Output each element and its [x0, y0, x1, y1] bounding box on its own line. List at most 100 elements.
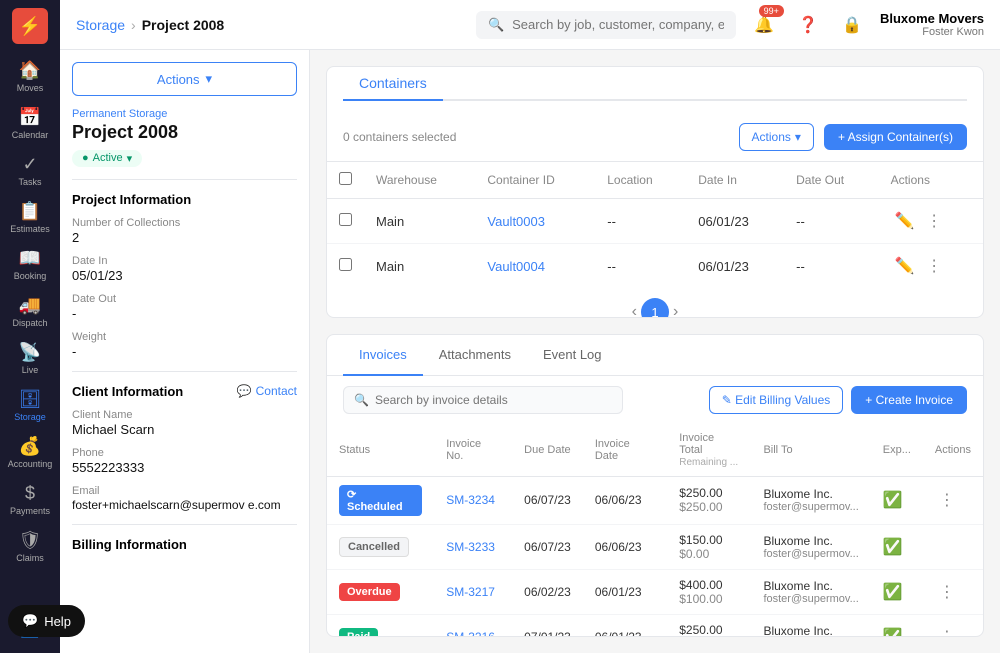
sidebar-item-dispatch[interactable]: 🚚 Dispatch [2, 289, 58, 334]
sidebar-item-tasks[interactable]: ✓ Tasks [2, 148, 58, 193]
invoice-date-cell: 06/06/23 [583, 476, 667, 524]
bill-to-cell: Bluxome Inc. foster@supermov... [751, 614, 870, 637]
live-icon: 📡 [19, 342, 41, 363]
tab-invoices[interactable]: Invoices [343, 335, 423, 376]
col-location: Location [595, 162, 686, 199]
sidebar: ⚡ 🏠 Moves 📅 Calendar ✓ Tasks 📋 Estimates… [0, 0, 60, 653]
invoice-actions-cell: ⋮ [923, 614, 983, 637]
amount-main: $250.00 [679, 486, 739, 500]
breadcrumb: Storage › Project 2008 [76, 17, 224, 33]
sidebar-item-booking[interactable]: 📖 Booking [2, 242, 58, 287]
chevron-down-icon: ▾ [795, 130, 801, 144]
notifications-button[interactable]: 🔔 99+ [748, 9, 780, 41]
global-search[interactable]: 🔍 [476, 11, 736, 39]
edit-billing-button[interactable]: ✎ Edit Billing Values [709, 386, 844, 414]
actions-button[interactable]: Actions ▾ [72, 62, 297, 96]
date-out-cell: -- [784, 244, 878, 289]
col-container-id: Container ID [475, 162, 595, 199]
invoice-number-cell[interactable]: SM-3233 [434, 524, 512, 569]
exp-cell: ✅ [871, 614, 923, 637]
containers-actions-button[interactable]: Actions ▾ [739, 123, 814, 151]
sidebar-item-accounting[interactable]: 💰 Accounting [2, 430, 58, 475]
tab-containers[interactable]: Containers [343, 67, 443, 101]
invoice-more-button[interactable]: ⋮ [935, 488, 959, 512]
row-checkbox-0[interactable] [339, 213, 352, 226]
search-input[interactable] [512, 17, 724, 32]
sidebar-item-estimates[interactable]: 📋 Estimates [2, 195, 58, 240]
sidebar-item-calendar[interactable]: 📅 Calendar [2, 101, 58, 146]
dispatch-icon: 🚚 [19, 295, 41, 316]
container-id-cell[interactable]: Vault0004 [475, 244, 595, 289]
booking-icon: 📖 [19, 248, 41, 269]
amount-remaining: $250.00 [679, 500, 739, 514]
help-button-bottom[interactable]: 💬 Help [8, 605, 85, 637]
breadcrumb-parent[interactable]: Storage [76, 17, 125, 33]
due-date-cell: 07/01/23 [512, 614, 583, 637]
contact-button[interactable]: 💬 Contact [237, 384, 297, 398]
sidebar-label-storage: Storage [14, 412, 46, 422]
sidebar-label-accounting: Accounting [8, 459, 53, 469]
tab-attachments[interactable]: Attachments [423, 335, 527, 376]
prev-page-button[interactable]: ‹ [632, 303, 637, 318]
sidebar-item-payments[interactable]: $ Payments [2, 477, 58, 522]
actions-cell: ✏️ ⋮ [879, 244, 983, 289]
bill-to-name: Bluxome Inc. [763, 579, 858, 593]
invoice-more-button[interactable]: ⋮ [935, 625, 959, 637]
search-icon: 🔍 [488, 17, 504, 33]
bill-to-name: Bluxome Inc. [763, 487, 858, 501]
invoice-status-cell: Paid [327, 614, 434, 637]
edit-container-button[interactable]: ✏️ [891, 254, 919, 278]
invoice-number-cell[interactable]: SM-3234 [434, 476, 512, 524]
row-checkbox-1[interactable] [339, 258, 352, 271]
app-logo[interactable]: ⚡ [12, 8, 48, 44]
amount-remaining: $0.00 [679, 547, 739, 561]
sidebar-label-tasks: Tasks [18, 177, 41, 187]
tab-event-log[interactable]: Event Log [527, 335, 618, 376]
edit-container-button[interactable]: ✏️ [891, 209, 919, 233]
payments-icon: $ [25, 483, 35, 504]
claims-icon: 🛡 [19, 530, 42, 551]
invoice-more-button[interactable]: ⋮ [935, 580, 959, 604]
exp-check-icon: ✅ [883, 492, 903, 509]
date-in-label: Date In [72, 255, 297, 267]
topnav-icons: 🔔 99+ ❓ 🔒 Bluxome Movers Foster Kwon [748, 9, 984, 41]
invoice-actions-cell: ⋮ [923, 569, 983, 614]
weight-label: Weight [72, 331, 297, 343]
lock-button[interactable]: 🔒 [836, 9, 868, 41]
storage-icon: 🗄 [19, 389, 42, 410]
sidebar-item-live[interactable]: 📡 Live [2, 336, 58, 381]
assign-containers-button[interactable]: + Assign Container(s) [824, 124, 967, 150]
select-all-checkbox[interactable] [339, 172, 352, 185]
sidebar-item-moves[interactable]: 🏠 Moves [2, 54, 58, 99]
more-actions-button[interactable]: ⋮ [922, 209, 946, 233]
invoice-status-cell: Cancelled [327, 524, 434, 569]
moves-icon: 🏠 [19, 60, 41, 81]
containers-toolbar: 0 containers selected Actions ▾ + Assign… [327, 113, 983, 162]
invoice-status-cell: Overdue [327, 569, 434, 614]
col-warehouse: Warehouse [364, 162, 475, 199]
collections-value: 2 [72, 230, 297, 245]
invoice-number-cell[interactable]: SM-3216 [434, 614, 512, 637]
container-id-cell[interactable]: Vault0003 [475, 199, 595, 244]
date-out-value: - [72, 306, 297, 321]
page-1-button[interactable]: 1 [641, 298, 669, 318]
sidebar-item-storage[interactable]: 🗄 Storage [2, 383, 58, 428]
next-page-button[interactable]: › [673, 303, 678, 318]
invoice-search-input[interactable] [375, 393, 612, 407]
create-invoice-button[interactable]: + Create Invoice [851, 386, 967, 414]
help-button[interactable]: ❓ [792, 9, 824, 41]
inv-col-due-date: Due Date [512, 424, 583, 477]
more-actions-button[interactable]: ⋮ [922, 254, 946, 278]
client-name-value: Michael Scarn [72, 422, 297, 437]
sidebar-label-claims: Claims [16, 553, 44, 563]
status-badge[interactable]: ● Active ▾ [72, 150, 142, 167]
invoice-number-cell[interactable]: SM-3217 [434, 569, 512, 614]
actions-cell: ✏️ ⋮ [879, 199, 983, 244]
invoice-search[interactable]: 🔍 [343, 386, 623, 414]
container-link: Vault0004 [487, 259, 545, 274]
inv-col-exp: Exp... [871, 424, 923, 477]
notification-badge: 99+ [759, 5, 784, 17]
breadcrumb-current: Project 2008 [142, 17, 225, 33]
client-info-section: Client Information 💬 Contact Client Name… [72, 384, 297, 512]
sidebar-item-claims[interactable]: 🛡 Claims [2, 524, 58, 569]
